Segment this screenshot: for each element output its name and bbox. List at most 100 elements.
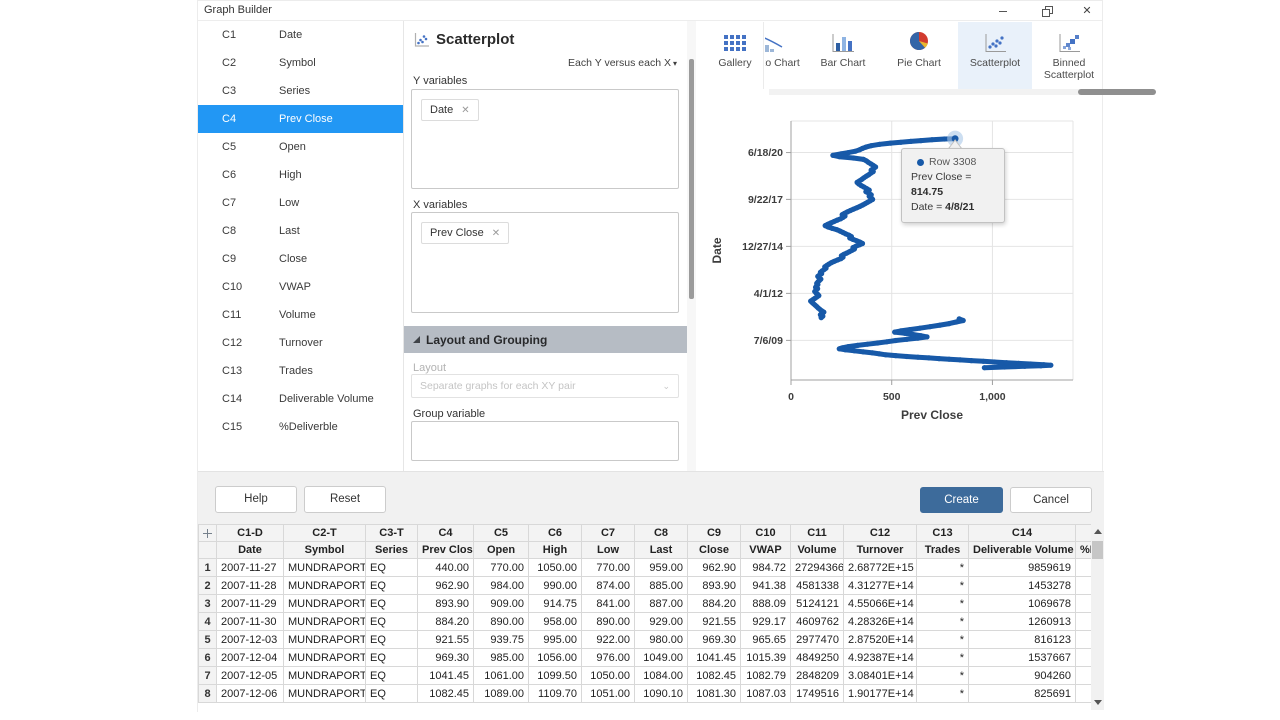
scroll-up-button[interactable] [1091,524,1104,539]
y-variable-chip[interactable]: Date✕ [421,99,479,121]
table-cell[interactable]: 885.00 [635,577,688,595]
column-list-item[interactable]: C9Close [198,245,403,273]
column-name-header[interactable]: Last [635,542,688,559]
column-name-header[interactable]: Prev Close [418,542,474,559]
remove-chip-icon[interactable]: ✕ [461,105,469,116]
table-cell[interactable]: 2007-12-03 [217,631,284,649]
table-cell[interactable]: 929.17 [741,613,791,631]
table-cell[interactable]: 1090.10 [635,685,688,703]
table-cell[interactable]: 1015.39 [741,649,791,667]
table-cell[interactable]: 958.00 [529,613,582,631]
column-name-header[interactable]: Close [688,542,741,559]
column-name-header[interactable]: Deliverable Volume [969,542,1076,559]
column-name-header[interactable]: %D [1076,542,1092,559]
table-cell[interactable]: 1050.00 [529,559,582,577]
row-number[interactable]: 6 [199,649,217,667]
row-number[interactable]: 3 [199,595,217,613]
table-cell[interactable]: 2007-12-04 [217,649,284,667]
column-name-header[interactable]: Trades [917,542,969,559]
column-list-item[interactable]: C11Volume [198,301,403,329]
table-cell[interactable]: 1084.00 [635,667,688,685]
table-cell[interactable]: EQ [366,631,418,649]
table-cell[interactable]: 1087.03 [741,685,791,703]
column-id-header[interactable]: C14 [969,525,1076,542]
help-button[interactable]: Help [215,486,297,513]
scrollbar-thumb[interactable] [1092,541,1103,559]
restore-button[interactable] [1034,1,1060,21]
table-cell[interactable]: 969.30 [688,631,741,649]
table-cell[interactable]: 2977470 [791,631,844,649]
table-cell[interactable]: 995.00 [529,631,582,649]
table-cell[interactable]: 985.00 [474,649,529,667]
remove-chip-icon[interactable]: ✕ [492,228,500,239]
row-number[interactable]: 8 [199,685,217,703]
gallery-tab[interactable]: Gallery [707,22,764,89]
table-cell[interactable]: 962.90 [688,559,741,577]
table-cell[interactable]: 4581338 [791,577,844,595]
table-cell[interactable] [1076,595,1092,613]
y-variables-box[interactable]: Date✕ [411,89,679,189]
column-id-header[interactable]: C5 [474,525,529,542]
table-cell[interactable]: EQ [366,595,418,613]
table-cell[interactable]: 890.00 [474,613,529,631]
column-list-item[interactable]: C5Open [198,133,403,161]
column-id-header[interactable]: C4 [418,525,474,542]
table-cell[interactable]: 1081.30 [688,685,741,703]
table-cell[interactable] [1076,685,1092,703]
table-cell[interactable]: 1109.70 [529,685,582,703]
column-list-item[interactable]: C4Prev Close [198,105,403,133]
table-cell[interactable]: 965.65 [741,631,791,649]
minimize-button[interactable] [990,1,1016,21]
column-id-header[interactable]: C8 [635,525,688,542]
column-list-item[interactable]: C2Symbol [198,49,403,77]
row-number[interactable]: 5 [199,631,217,649]
row-number[interactable]: 2 [199,577,217,595]
table-cell[interactable]: 1061.00 [474,667,529,685]
column-list-item[interactable]: C10VWAP [198,273,403,301]
table-cell[interactable]: 2007-11-27 [217,559,284,577]
column-name-header[interactable]: Turnover [844,542,917,559]
table-corner-cell[interactable] [199,525,217,542]
table-cell[interactable]: 904260 [969,667,1076,685]
table-cell[interactable]: 1056.00 [529,649,582,667]
table-cell[interactable]: 1051.00 [582,685,635,703]
table-cell[interactable]: * [917,595,969,613]
table-cell[interactable]: * [917,685,969,703]
table-cell[interactable]: 4.28326E+14 [844,613,917,631]
table-cell[interactable]: 874.00 [582,577,635,595]
table-cell[interactable]: 1050.00 [582,667,635,685]
table-cell[interactable]: 2007-11-30 [217,613,284,631]
table-cell[interactable]: 1453278 [969,577,1076,595]
table-cell[interactable]: 9859619 [969,559,1076,577]
table-cell[interactable]: 1099.50 [529,667,582,685]
table-cell[interactable]: 921.55 [418,631,474,649]
table-cell[interactable]: 914.75 [529,595,582,613]
column-id-header[interactable] [1076,525,1092,542]
table-cell[interactable]: 984.72 [741,559,791,577]
table-cell[interactable]: MUNDRAPORT [284,577,366,595]
table-cell[interactable]: 1049.00 [635,649,688,667]
table-scrollbar[interactable] [1091,524,1104,710]
table-cell[interactable]: 959.00 [635,559,688,577]
table-cell[interactable]: 440.00 [418,559,474,577]
table-cell[interactable]: 4609762 [791,613,844,631]
table-cell[interactable]: 939.75 [474,631,529,649]
table-cell[interactable]: 887.00 [635,595,688,613]
table-cell[interactable]: EQ [366,613,418,631]
column-id-header[interactable]: C13 [917,525,969,542]
table-cell[interactable]: EQ [366,559,418,577]
column-id-header[interactable]: C7 [582,525,635,542]
column-list-item[interactable]: C8Last [198,217,403,245]
scatterplot-tab[interactable]: Scatterplot [958,22,1032,89]
table-cell[interactable]: * [917,631,969,649]
table-cell[interactable]: 2007-11-29 [217,595,284,613]
row-number[interactable]: 4 [199,613,217,631]
table-cell[interactable]: 27294366 [791,559,844,577]
table-cell[interactable]: MUNDRAPORT [284,631,366,649]
table-cell[interactable]: MUNDRAPORT [284,559,366,577]
table-cell[interactable]: 816123 [969,631,1076,649]
table-cell[interactable]: 2007-12-06 [217,685,284,703]
table-cell[interactable]: * [917,559,969,577]
table-cell[interactable]: * [917,649,969,667]
table-cell[interactable] [1076,577,1092,595]
